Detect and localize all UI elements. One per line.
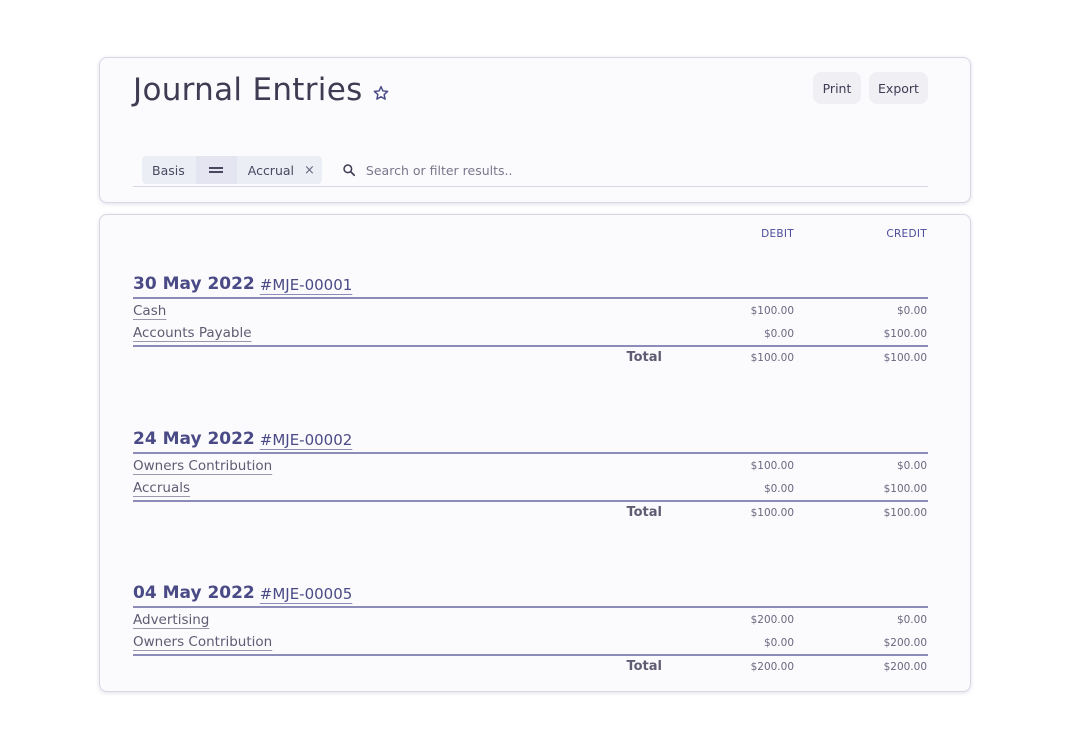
remove-filter-icon[interactable]: × <box>300 156 322 184</box>
account-link[interactable]: Advertising <box>133 612 209 628</box>
total-label: Total <box>626 505 662 520</box>
entry-total-row: Total $100.00 $100.00 <box>133 345 928 367</box>
account-link[interactable]: Cash <box>133 303 166 319</box>
credit-column-header: CREDIT <box>886 228 927 240</box>
total-debit: $100.00 <box>750 352 794 364</box>
search-input[interactable] <box>365 162 786 178</box>
total-debit: $200.00 <box>750 661 794 673</box>
entry-header: 30 May 2022 #MJE-00001 <box>133 269 928 299</box>
journal-entry: 24 May 2022 #MJE-00002 Owners Contributi… <box>133 424 928 522</box>
filter-bar: Basis Accrual × <box>133 154 928 187</box>
star-icon[interactable] <box>373 85 389 101</box>
filter-field[interactable]: Basis <box>142 156 195 184</box>
page-title: Journal Entries <box>133 72 363 108</box>
journal-card: DEBIT CREDIT 30 May 2022 #MJE-00001 Cash… <box>99 214 971 692</box>
entry-line: Cash $100.00 $0.00 <box>133 299 928 322</box>
debit-amount: $100.00 <box>750 305 794 317</box>
entry-reference-link[interactable]: #MJE-00001 <box>260 276 353 294</box>
credit-amount: $0.00 <box>896 460 927 472</box>
debit-amount: $200.00 <box>750 614 794 626</box>
entry-date: 04 May 2022 <box>133 583 255 603</box>
account-link[interactable]: Accounts Payable <box>133 325 252 341</box>
credit-amount: $0.00 <box>896 305 927 317</box>
total-credit: $100.00 <box>883 507 927 519</box>
entry-total-row: Total $100.00 $100.00 <box>133 500 928 522</box>
credit-amount: $0.00 <box>896 614 927 626</box>
entry-line: Accruals $0.00 $100.00 <box>133 477 928 500</box>
entry-header: 04 May 2022 #MJE-00005 <box>133 578 928 608</box>
account-link[interactable]: Owners Contribution <box>133 634 272 650</box>
credit-amount: $100.00 <box>883 328 927 340</box>
entry-reference-link[interactable]: #MJE-00005 <box>260 585 353 603</box>
credit-amount: $100.00 <box>883 483 927 495</box>
debit-column-header: DEBIT <box>761 228 794 240</box>
credit-amount: $200.00 <box>883 637 927 649</box>
search-icon <box>343 164 355 177</box>
header-card: Journal Entries Print Export Basis Accru… <box>99 57 971 203</box>
debit-amount: $100.00 <box>750 460 794 472</box>
total-credit: $200.00 <box>883 661 927 673</box>
entry-line: Advertising $200.00 $0.00 <box>133 608 928 631</box>
filter-chip[interactable]: Basis Accrual × <box>142 156 322 184</box>
entry-line: Owners Contribution $100.00 $0.00 <box>133 454 928 477</box>
entry-total-row: Total $200.00 $200.00 <box>133 654 928 676</box>
export-button[interactable]: Export <box>869 72 928 104</box>
account-link[interactable]: Owners Contribution <box>133 458 272 474</box>
account-link[interactable]: Accruals <box>133 480 190 496</box>
journal-entry: 04 May 2022 #MJE-00005 Advertising $200.… <box>133 578 928 676</box>
total-credit: $100.00 <box>883 352 927 364</box>
journal-entry: 30 May 2022 #MJE-00001 Cash $100.00 $0.0… <box>133 269 928 367</box>
entry-line: Accounts Payable $0.00 $100.00 <box>133 322 928 345</box>
total-label: Total <box>626 659 662 674</box>
print-button[interactable]: Print <box>813 72 861 104</box>
debit-amount: $0.00 <box>763 483 794 495</box>
entry-header: 24 May 2022 #MJE-00002 <box>133 424 928 454</box>
entry-date: 30 May 2022 <box>133 274 255 294</box>
entry-reference-link[interactable]: #MJE-00002 <box>260 431 353 449</box>
total-label: Total <box>626 350 662 365</box>
page-title-row: Journal Entries <box>133 72 389 108</box>
debit-amount: $0.00 <box>763 637 794 649</box>
debit-amount: $0.00 <box>763 328 794 340</box>
total-debit: $100.00 <box>750 507 794 519</box>
entry-line: Owners Contribution $0.00 $200.00 <box>133 631 928 654</box>
entry-date: 24 May 2022 <box>133 429 255 449</box>
equals-icon[interactable] <box>195 156 237 184</box>
filter-value[interactable]: Accrual <box>238 156 300 184</box>
